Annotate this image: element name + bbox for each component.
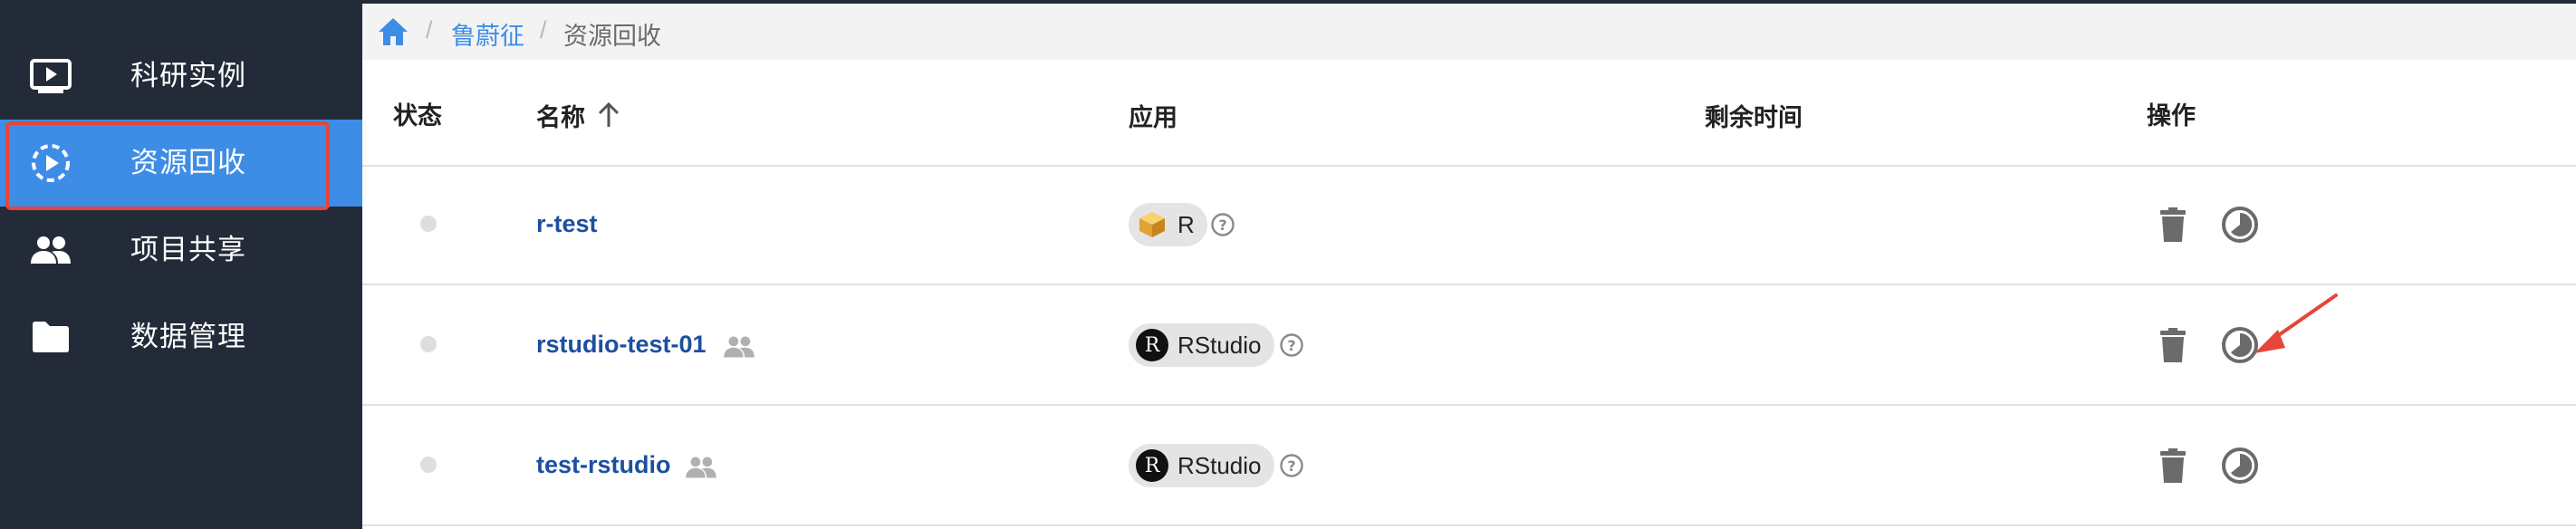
breadcrumb-current: 资源回收 [563,23,661,50]
sidebar-item-research-instance[interactable]: 科研实例 [0,33,362,120]
instance-name-link[interactable]: test-rstudio [536,451,671,479]
sidebar-item-label: 资源回收 [130,147,246,178]
breadcrumb-user-link[interactable]: 鲁蔚征 [451,16,524,52]
play-screen-icon [27,53,74,100]
table-row: r-test R ? [362,165,2576,285]
column-header-remaining: 剩余时间 [1705,104,1802,131]
table-header: 状态 名称 应用 剩余时间 操作 [362,60,2576,167]
instance-name-link[interactable]: rstudio-test-01 [536,331,706,359]
column-header-app: 应用 [1129,104,1177,131]
arrow-up-icon[interactable] [596,101,621,129]
top-border [0,0,2576,4]
app-chip[interactable]: R RStudio [1129,444,1274,487]
trash-icon[interactable] [2158,327,2188,363]
app-name: RStudio [1177,331,1262,359]
sidebar-item-label: 科研实例 [130,60,246,91]
recycle-play-icon [27,139,74,187]
main-content: / 鲁蔚征 / 资源回收 状态 名称 应用 剩余时间 操作 r-test R ?… [362,0,2576,529]
red-arrow-annotation [2251,292,2340,359]
app-name: RStudio [1177,451,1262,479]
app-name: R [1177,210,1195,238]
people-icon [723,335,755,359]
svg-text:?: ? [1218,216,1226,234]
trash-icon[interactable] [2158,207,2188,243]
column-header-status: 状态 [393,102,442,130]
status-dot [420,457,437,473]
home-icon[interactable] [377,16,409,47]
trash-icon[interactable] [2158,447,2188,484]
app-chip[interactable]: R RStudio [1129,323,1274,367]
sidebar-item-data-management[interactable]: 数据管理 [0,293,362,380]
folder-icon [27,313,74,361]
table-row: test-rstudio R RStudio ? [362,406,2576,526]
column-header-actions: 操作 [2147,102,2196,130]
sidebar-item-project-share[interactable]: 项目共享 [0,207,362,293]
svg-text:?: ? [1287,337,1295,354]
breadcrumb: / 鲁蔚征 / 资源回收 [362,4,2576,60]
people-icon [27,226,74,274]
help-icon[interactable]: ? [1210,212,1235,237]
rstudio-icon: R [1136,449,1168,482]
breadcrumb-separator: / [426,16,433,43]
timer-icon[interactable] [2221,447,2259,485]
r-app-icon [1136,208,1168,241]
sidebar: 科研实例 资源回收 项目共享 数据管理 [0,0,362,529]
table-row: rstudio-test-01 R RStudio ? [362,285,2576,406]
status-dot [420,216,437,232]
sidebar-item-label: 项目共享 [130,234,246,265]
svg-text:?: ? [1287,457,1295,475]
sidebar-item-resource-recycle[interactable]: 资源回收 [0,120,362,210]
app-chip[interactable]: R [1129,203,1207,246]
status-dot [420,336,437,352]
rstudio-icon: R [1136,329,1168,361]
column-header-name[interactable]: 名称 [536,98,585,133]
people-icon [685,456,717,479]
help-icon[interactable]: ? [1279,332,1304,358]
instance-name-link[interactable]: r-test [536,210,598,238]
sidebar-item-label: 数据管理 [130,321,246,352]
breadcrumb-separator: / [540,16,547,43]
help-icon[interactable]: ? [1279,453,1304,478]
timer-icon[interactable] [2221,206,2259,244]
